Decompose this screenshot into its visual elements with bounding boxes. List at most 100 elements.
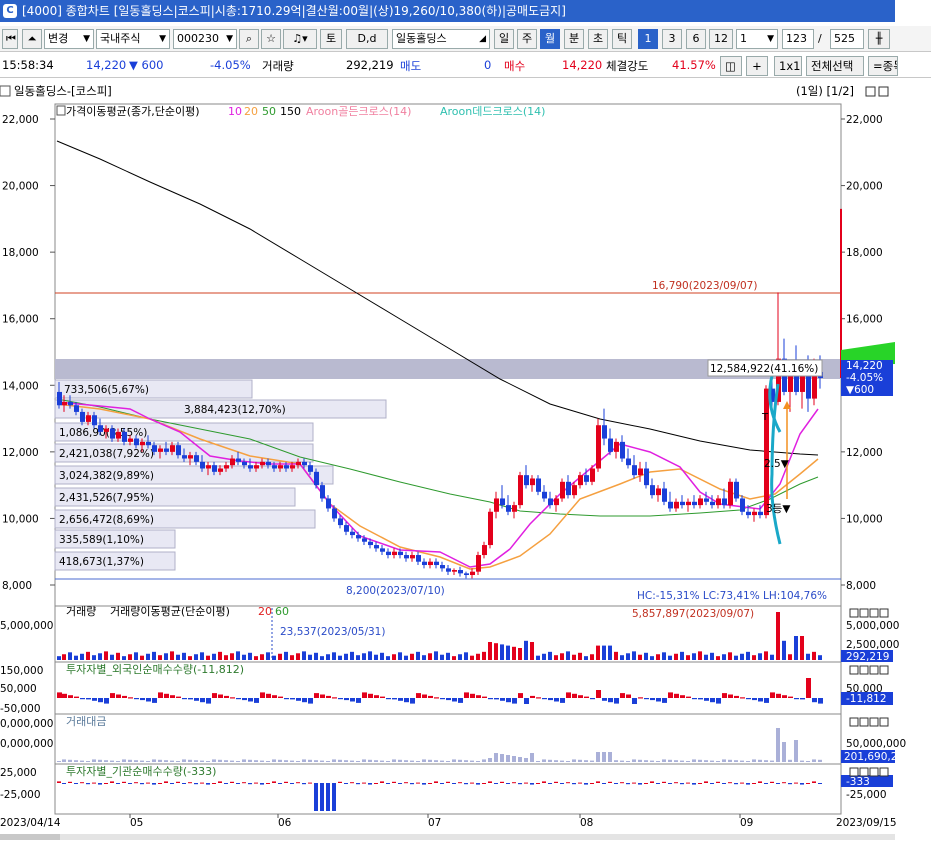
- volume-profile-label: 2,421,038(7,92%): [59, 448, 154, 460]
- volume-bar: [224, 655, 228, 660]
- period-second-button[interactable]: 초: [588, 29, 608, 49]
- amount-bar: [152, 759, 156, 762]
- to-button[interactable]: 토: [320, 29, 342, 49]
- candle-body: [476, 555, 481, 572]
- foreign-bar: [308, 698, 313, 704]
- amount-bar: [548, 759, 552, 762]
- candle-body: [578, 475, 583, 486]
- amount-bar: [632, 759, 636, 762]
- foreign-bar: [248, 698, 253, 702]
- candle-body: [92, 415, 97, 426]
- dd-button[interactable]: D,d: [346, 29, 388, 49]
- num-12-button[interactable]: 12: [709, 29, 733, 49]
- search-icon[interactable]: ⌕: [239, 29, 259, 49]
- volume-bar: [272, 655, 276, 660]
- foreign-bar: [770, 692, 775, 698]
- num-6-button[interactable]: 6: [686, 29, 706, 49]
- current-price-tag-pct: -4.05%: [846, 372, 883, 384]
- select-all-button[interactable]: 전체선택: [806, 56, 864, 76]
- price-change-pct: -4.05%: [210, 58, 251, 72]
- market-select[interactable]: 국내주식 ▼: [96, 29, 170, 49]
- volume-bar: [380, 652, 384, 660]
- layout-split-icon[interactable]: ◫: [720, 56, 742, 76]
- candle-body: [500, 498, 505, 506]
- chart-area[interactable]: 일동홀딩스-[코스피] (1일) [1/2] 22,000 20,000 18,00…: [0, 84, 931, 851]
- close-icon[interactable]: [878, 86, 889, 97]
- total-count-input[interactable]: 525: [830, 29, 864, 49]
- foreign-tick-1: 150,000: [0, 665, 43, 677]
- candle-body: [722, 498, 727, 506]
- institution-bar: [764, 783, 768, 784]
- volume-high-label: 5,857,897(2023/09/07): [632, 608, 754, 620]
- candle-body: [104, 428, 109, 432]
- current-price: 14,220: [86, 58, 127, 72]
- candle-body: [236, 458, 241, 462]
- amount-bar: [116, 761, 120, 762]
- foreign-bar: [578, 695, 583, 698]
- volume-low-label: 23,537(2023/05/31): [280, 626, 385, 638]
- volume-bar: [344, 653, 348, 660]
- foreign-bar: [674, 693, 679, 698]
- period-day-button[interactable]: 일: [494, 29, 514, 49]
- star-icon[interactable]: ☆: [261, 29, 281, 49]
- candle-body: [458, 570, 463, 574]
- foreign-bar: [224, 695, 229, 698]
- stock-chart[interactable]: 일동홀딩스-[코스피] (1일) [1/2] 22,000 20,000 18,00…: [0, 84, 931, 851]
- current-price-tag-price: 14,220: [846, 360, 883, 372]
- add-button[interactable]: +: [746, 56, 768, 76]
- amount-bar: [242, 759, 246, 762]
- volume-ma20-legend: 20: [258, 605, 272, 618]
- foreign-bar: [536, 697, 541, 699]
- price-tick-right: 18,000: [846, 247, 883, 259]
- institution-bar: [200, 782, 204, 784]
- more-button[interactable]: =종목: [868, 56, 898, 76]
- institution-bar: [710, 783, 714, 784]
- first-page-icon[interactable]: ⏮: [2, 29, 18, 49]
- date-axis-label: 09: [740, 817, 753, 829]
- chart-type-icon[interactable]: ╫: [868, 29, 890, 49]
- candle-body: [764, 388, 769, 516]
- num-3-button[interactable]: 3: [662, 29, 682, 49]
- foreign-bar: [458, 698, 463, 703]
- alarm-bell-icon[interactable]: ♫▾: [283, 29, 317, 49]
- period-minute-button[interactable]: 분: [564, 29, 584, 49]
- layout-1x1-button[interactable]: 1x1: [774, 56, 802, 76]
- foreign-bar: [668, 692, 673, 698]
- amount-bar: [572, 759, 576, 762]
- app-logo-icon: C: [3, 4, 17, 18]
- institution-bar: [728, 782, 732, 784]
- candle-body: [650, 485, 655, 496]
- period-month-button[interactable]: 월: [540, 29, 560, 49]
- num-1-button[interactable]: 1: [638, 29, 658, 49]
- stock-code-input[interactable]: 000230 ▼: [173, 29, 237, 49]
- candle-body: [134, 438, 139, 446]
- volume-bar: [86, 651, 90, 660]
- institution-bar: [812, 781, 816, 783]
- change-select[interactable]: 변경 ▼: [44, 29, 94, 49]
- candle-body: [590, 468, 595, 482]
- amount-bar: [446, 761, 450, 762]
- maximize-icon[interactable]: [865, 86, 876, 97]
- candle-body: [530, 478, 535, 486]
- institution-bar: [290, 783, 294, 784]
- amount-bar: [626, 761, 630, 762]
- candle-body: [422, 561, 427, 566]
- institution-bar: [380, 781, 384, 783]
- price-tick-left: 10,000: [2, 513, 39, 525]
- period-week-button[interactable]: 주: [517, 29, 537, 49]
- institution-bar: [656, 783, 660, 784]
- interval-select[interactable]: 1 ▼: [736, 29, 778, 49]
- volume-bar: [626, 653, 630, 660]
- collapse-icon[interactable]: ⏶: [22, 29, 42, 49]
- candle-body: [122, 431, 127, 442]
- volume-bar: [134, 652, 138, 660]
- count-input[interactable]: 123: [782, 29, 814, 49]
- stock-name-input[interactable]: 일동홀딩스 ◢: [392, 29, 490, 49]
- institution-bar: [608, 781, 612, 783]
- date-axis-label: 07: [428, 817, 441, 829]
- amount-bar: [74, 760, 78, 762]
- period-tick-button[interactable]: 틱: [612, 29, 632, 49]
- foreign-bar: [512, 698, 517, 704]
- chart-header-icon: [0, 85, 11, 97]
- foreign-bar: [470, 693, 475, 698]
